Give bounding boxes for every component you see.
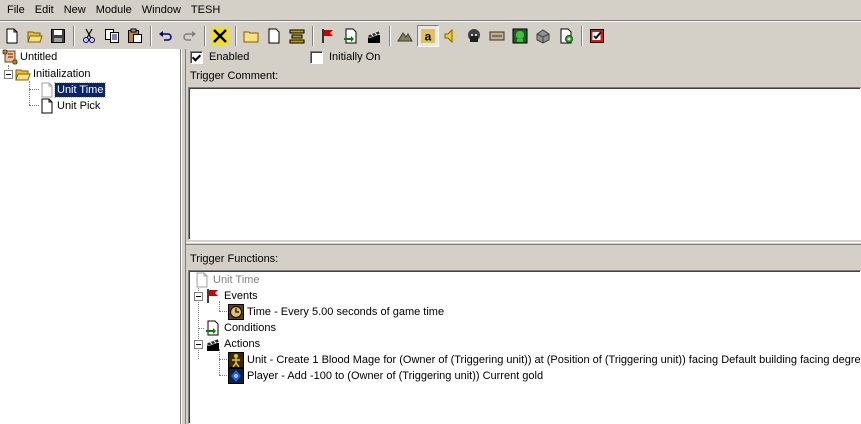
trigger-editor-icon[interactable]: a — [417, 25, 439, 47]
campaign-editor-icon[interactable] — [486, 25, 508, 47]
tree-item-trigger[interactable]: Unit Time — [39, 82, 107, 98]
cut-icon[interactable] — [78, 25, 100, 47]
delete-x-icon[interactable] — [209, 25, 231, 47]
new-trigger-icon[interactable] — [263, 25, 285, 47]
toolbar: a — [0, 23, 861, 49]
actions-node[interactable]: Actions — [194, 336, 260, 352]
tree-connector — [219, 375, 227, 376]
map-scroll-icon — [2, 49, 18, 65]
tree-connector — [29, 105, 39, 106]
tree-label-category: Initialization — [33, 68, 91, 80]
tree-item-trigger[interactable]: Unit Pick — [39, 98, 102, 114]
redo-icon[interactable] — [178, 25, 200, 47]
menu-bar: File Edit New Module Window TESH — [0, 0, 861, 20]
object-manager-icon[interactable] — [532, 25, 554, 47]
event-flag-icon — [205, 288, 221, 304]
test-map-icon[interactable] — [586, 25, 608, 47]
trigger-icon — [39, 98, 55, 114]
collapse-toggle[interactable] — [194, 291, 203, 301]
trigger-functions-label: Trigger Functions: — [190, 253, 279, 265]
toolbar-separator — [387, 25, 393, 47]
menu-file[interactable]: File — [2, 1, 30, 19]
action-text: Unit - Create 1 Blood Mage for (Owner of… — [247, 354, 861, 366]
toolbar-separator — [71, 25, 77, 47]
tree-connector — [198, 328, 204, 329]
tree-item-category[interactable]: Initialization — [4, 66, 92, 82]
initially-on-checkbox[interactable] — [310, 50, 323, 64]
menu-new[interactable]: New — [59, 1, 91, 19]
menu-window[interactable]: Window — [137, 1, 186, 19]
toolbar-separator — [310, 25, 316, 47]
tree-item-map-root[interactable]: Untitled — [2, 49, 59, 65]
save-icon[interactable] — [47, 25, 69, 47]
menu-edit[interactable]: Edit — [30, 1, 59, 19]
event-text: Time - Every 5.00 seconds of game time — [247, 306, 445, 318]
trigger-name: Unit Time — [213, 274, 260, 286]
object-editor-icon[interactable] — [463, 25, 485, 47]
new-category-icon[interactable] — [240, 25, 262, 47]
actions-label: Actions — [224, 338, 261, 350]
action-item[interactable]: Unit - Create 1 Blood Mage for (Owner of… — [228, 352, 861, 368]
trigger-comment-textarea[interactable] — [188, 87, 861, 240]
new-event-icon[interactable] — [317, 25, 339, 47]
ai-editor-icon[interactable] — [509, 25, 531, 47]
terrain-editor-icon[interactable] — [394, 25, 416, 47]
enabled-checkbox[interactable] — [190, 50, 203, 64]
new-condition-icon[interactable] — [340, 25, 362, 47]
enabled-label: Enabled — [209, 51, 250, 63]
event-item[interactable]: Time - Every 5.00 seconds of game time — [228, 304, 444, 320]
trigger-comment-label: Trigger Comment: — [190, 70, 279, 82]
action-item[interactable]: Player - Add -100 to (Owner of (Triggeri… — [228, 368, 543, 384]
tree-label-trigger-selected: Unit Time — [53, 82, 107, 98]
toolbar-separator — [148, 25, 154, 47]
menubar-separator — [0, 20, 861, 22]
new-document-icon[interactable] — [1, 25, 23, 47]
copy-icon[interactable] — [101, 25, 123, 47]
trigger-detail-panel: Enabled Initially On Trigger Comment: Tr… — [186, 49, 861, 424]
new-action-icon[interactable] — [363, 25, 385, 47]
enabled-checkbox-row[interactable]: Enabled — [190, 49, 249, 65]
initially-on-label: Initially On — [329, 51, 381, 63]
condition-icon — [205, 320, 221, 336]
open-folder-icon[interactable] — [24, 25, 46, 47]
undo-icon[interactable] — [155, 25, 177, 47]
toolbar-separator — [202, 25, 208, 47]
toolbar-separator — [233, 25, 239, 47]
import-manager-icon[interactable] — [555, 25, 577, 47]
initially-on-checkbox-row[interactable]: Initially On — [310, 49, 380, 65]
clock-icon — [228, 304, 244, 320]
trigger-tree-panel[interactable]: Untitled Initialization Unit Time Unit P… — [0, 49, 181, 424]
folder-open-icon — [15, 66, 31, 82]
tree-connector — [219, 349, 220, 375]
trigger-disabled-icon — [39, 82, 55, 98]
paste-icon[interactable] — [124, 25, 146, 47]
player-action-icon — [228, 368, 244, 384]
events-label: Events — [224, 290, 258, 302]
collapse-toggle[interactable] — [4, 69, 13, 79]
trigger-functions-tree[interactable]: Unit Time Events Time - Every 5.00 secon… — [188, 270, 861, 424]
svg-text:a: a — [425, 30, 432, 44]
collapse-toggle[interactable] — [194, 339, 203, 349]
menu-module[interactable]: Module — [91, 1, 137, 19]
tree-connector — [29, 81, 30, 105]
trigger-disabled-icon — [194, 272, 210, 288]
clapperboard-icon — [205, 336, 221, 352]
conditions-node[interactable]: Conditions — [205, 320, 276, 336]
toolbar-separator — [579, 25, 585, 47]
tree-connector — [29, 89, 39, 90]
action-text: Player - Add -100 to (Owner of (Triggeri… — [247, 370, 544, 382]
function-tree-root[interactable]: Unit Time — [194, 272, 259, 288]
horizontal-splitter[interactable] — [186, 242, 861, 245]
tree-connector — [219, 359, 227, 360]
new-comment-icon[interactable] — [286, 25, 308, 47]
events-node[interactable]: Events — [194, 288, 258, 304]
sound-editor-icon[interactable] — [440, 25, 462, 47]
conditions-label: Conditions — [224, 322, 276, 334]
menu-tesh[interactable]: TESH — [186, 1, 225, 19]
unit-action-icon — [228, 352, 244, 368]
tree-connector — [219, 311, 227, 312]
tree-label-root: Untitled — [20, 51, 58, 63]
tree-label-trigger: Unit Pick — [57, 100, 101, 112]
